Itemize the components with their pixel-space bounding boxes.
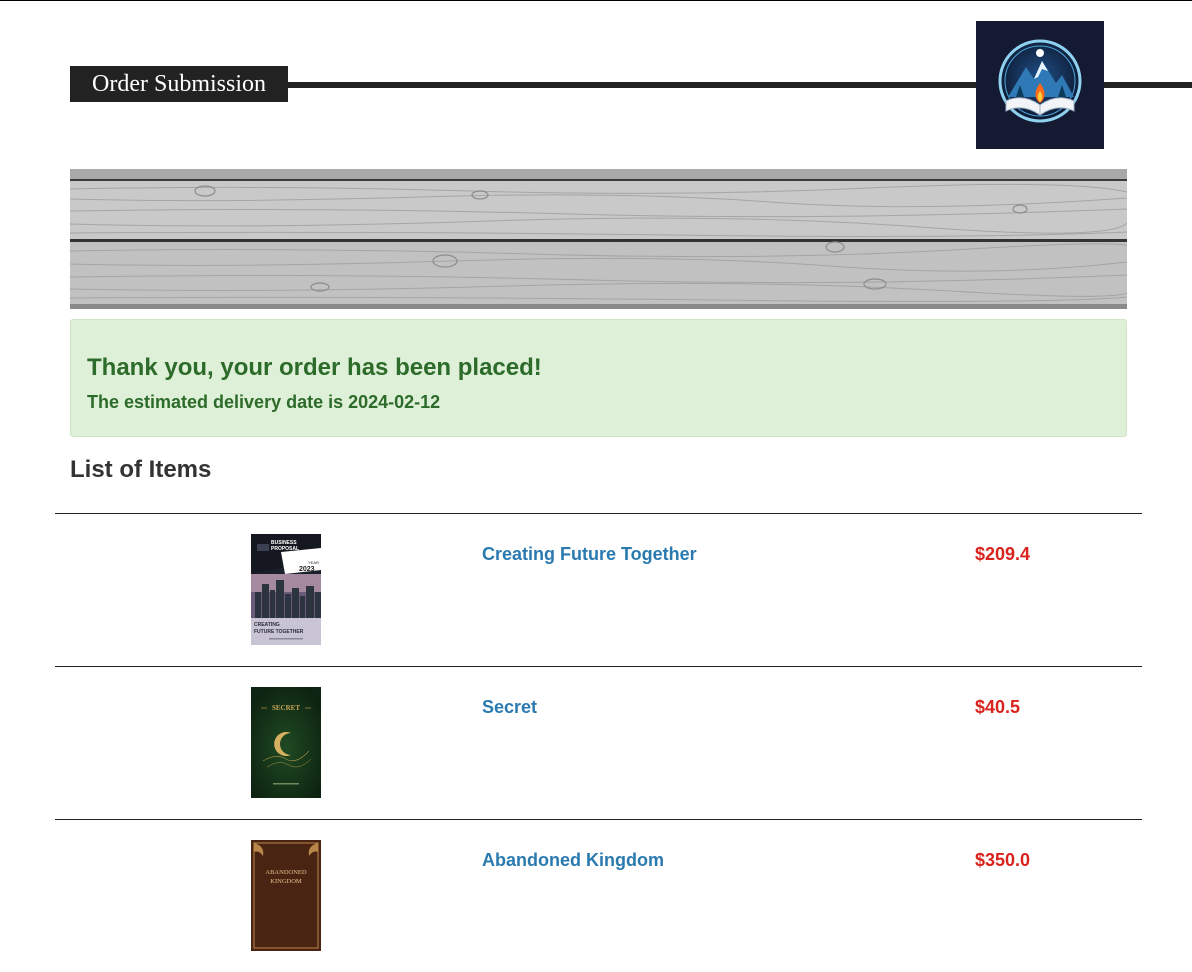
cover-text: PROPOSAL <box>271 546 299 552</box>
wood-banner-image <box>70 169 1127 309</box>
item-name-link[interactable]: Abandoned Kingdom <box>482 850 664 871</box>
alert-title: Thank you, your order has been placed! <box>87 354 542 381</box>
book-cover-image[interactable]: BUSINESS PROPOSAL YEAR 2023 CREATING FUT… <box>251 534 321 645</box>
item-name-link[interactable]: Creating Future Together <box>482 544 697 565</box>
cover-text: YEAR <box>308 560 319 565</box>
book-cover-image[interactable]: SECRET <box>251 687 321 798</box>
page-header: Order Submission <box>0 0 1192 160</box>
store-logo-icon[interactable] <box>976 21 1104 149</box>
cover-text: KINGDOM <box>270 878 302 885</box>
cover-text: FUTURE TOGETHER <box>254 629 304 635</box>
item-name-link[interactable]: Secret <box>482 697 537 718</box>
cover-text: SECRET <box>272 704 300 712</box>
list-item: BUSINESS PROPOSAL YEAR 2023 CREATING FUT… <box>55 513 1142 666</box>
page-title: Order Submission <box>70 66 288 102</box>
book-cover-image[interactable]: ABANDONED KINGDOM <box>251 840 321 951</box>
list-item: ABANDONED KINGDOM Abandoned Kingdom $350… <box>55 819 1142 972</box>
item-price: $350.0 <box>975 850 1031 870</box>
cover-text: CREATING <box>254 622 280 628</box>
item-price: $40.5 <box>975 697 1021 717</box>
delivery-date-text: The estimated delivery date is 2024-02-1… <box>87 392 441 412</box>
list-heading: List of Items <box>70 456 212 483</box>
cover-text: ABANDONED <box>265 869 306 876</box>
cover-text: 2023 <box>299 566 315 573</box>
items-list: BUSINESS PROPOSAL YEAR 2023 CREATING FUT… <box>55 513 1142 972</box>
item-price: $209.4 <box>975 544 1031 564</box>
order-success-alert: Thank you, your order has been placed! T… <box>70 319 1127 437</box>
list-item: SECRET Secret $40.5 <box>55 666 1142 819</box>
